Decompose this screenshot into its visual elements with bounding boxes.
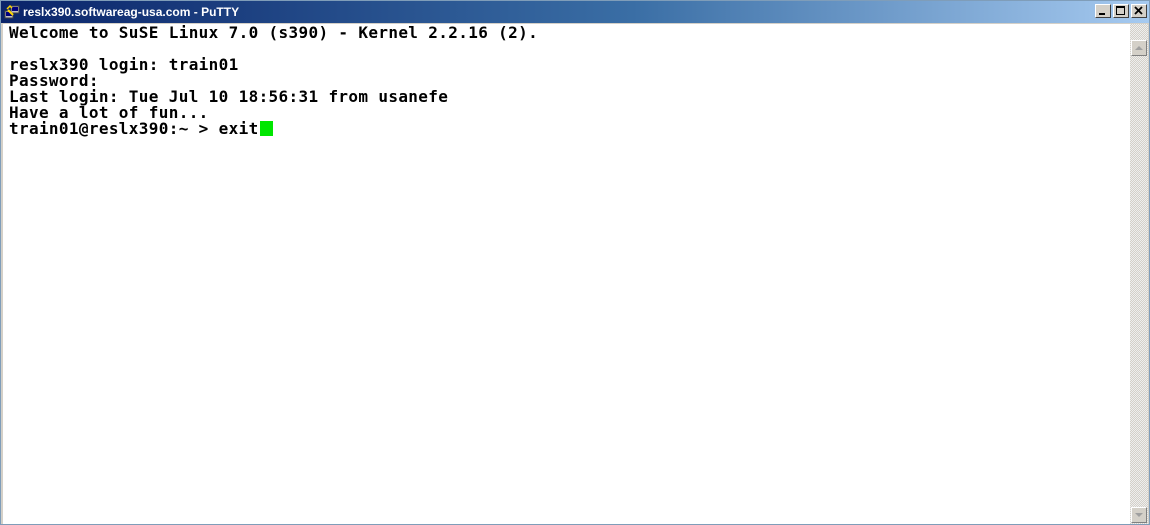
maximize-icon (1116, 6, 1125, 15)
close-icon (1134, 6, 1143, 15)
minimize-button[interactable] (1095, 4, 1111, 18)
title-bar[interactable]: reslx390.softwareag-usa.com - PuTTY (1, 1, 1149, 23)
terminal-prompt-line: train01@reslx390:~ > exit (9, 121, 273, 137)
scroll-down-arrow-icon (1135, 513, 1143, 517)
minimize-icon (1099, 13, 1105, 15)
vertical-scrollbar[interactable] (1130, 24, 1148, 524)
prompt-text: train01@reslx390:~ > exit (9, 119, 259, 138)
close-button[interactable] (1131, 4, 1147, 18)
scroll-down-button[interactable] (1131, 507, 1147, 523)
maximize-button[interactable] (1113, 4, 1129, 18)
putty-icon[interactable] (4, 4, 20, 20)
putty-window: reslx390.softwareag-usa.com - PuTTY Welc… (0, 0, 1150, 525)
scroll-up-arrow-icon (1135, 46, 1143, 50)
scroll-up-button[interactable] (1131, 40, 1147, 56)
window-title: reslx390.softwareag-usa.com - PuTTY (23, 5, 240, 19)
terminal-screen[interactable]: Welcome to SuSE Linux 7.0 (s390) - Kerne… (3, 24, 1130, 524)
window-controls (1095, 4, 1147, 20)
terminal-line: Welcome to SuSE Linux 7.0 (s390) - Kerne… (9, 24, 539, 42)
terminal-cursor (259, 121, 273, 136)
